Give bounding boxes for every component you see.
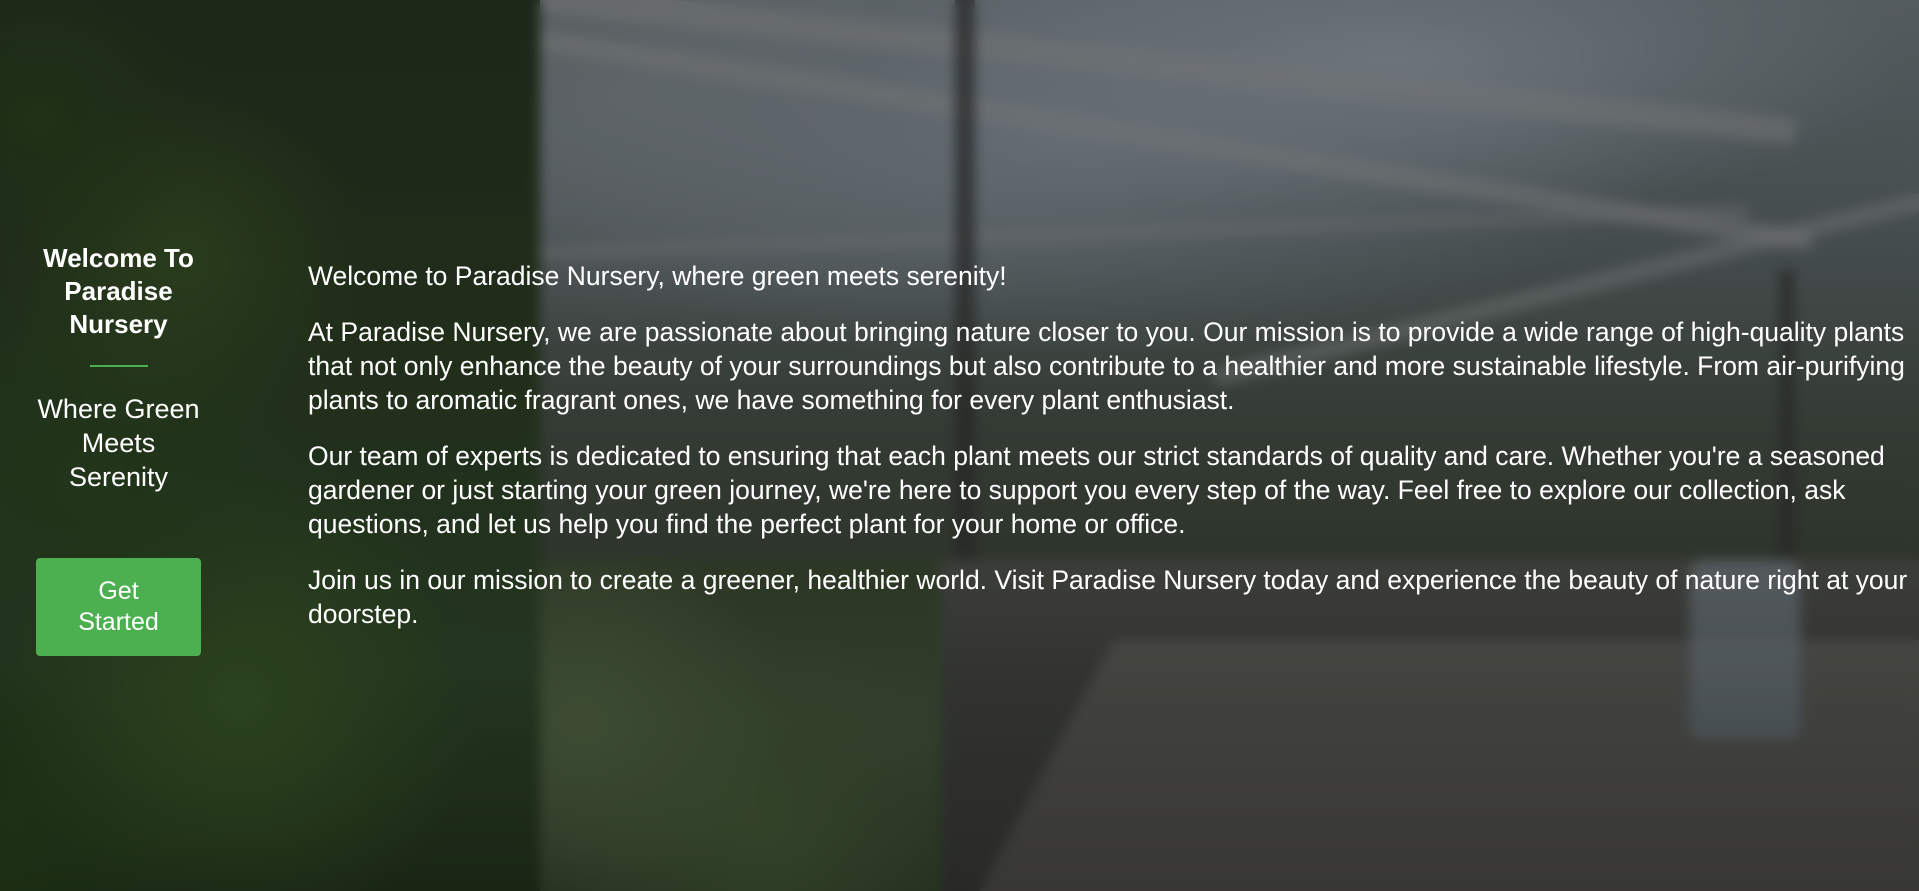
- tagline: Where Green Meets Serenity: [37, 394, 200, 492]
- divider: [89, 365, 148, 367]
- intro-paragraph: Welcome to Paradise Nursery, where green…: [308, 261, 1007, 291]
- closing-paragraph: Join us in our mission to create a green…: [308, 565, 1908, 629]
- about-content: Welcome to Paradise Nursery, where green…: [308, 259, 1919, 653]
- get-started-button[interactable]: Get Started: [36, 558, 201, 656]
- page-title: Welcome To Paradise Nursery: [43, 243, 194, 339]
- sidebar: Welcome To Paradise Nursery Where Green …: [30, 242, 207, 656]
- team-paragraph: Our team of experts is dedicated to ensu…: [308, 441, 1885, 539]
- mission-paragraph: At Paradise Nursery, we are passionate a…: [308, 317, 1905, 415]
